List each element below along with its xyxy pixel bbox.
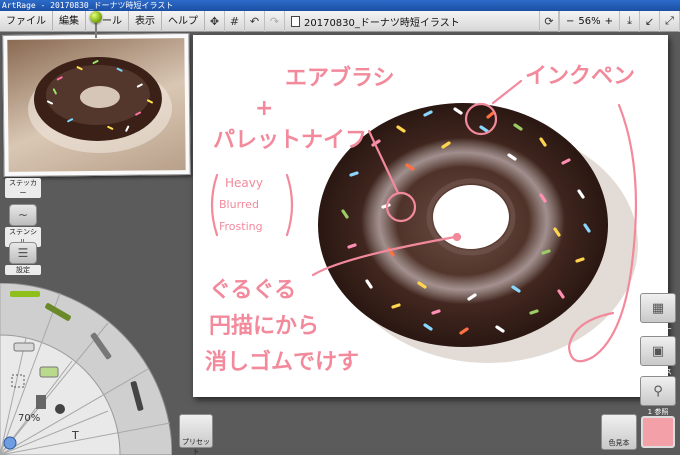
- sliders-icon: ☰: [9, 242, 37, 264]
- grid-icon[interactable]: #: [225, 10, 245, 32]
- stencil-icon: ~: [9, 204, 37, 226]
- note-line-3: 消しゴムでけす: [205, 349, 359, 375]
- undo-icon[interactable]: ↶: [245, 10, 265, 32]
- current-color-chip[interactable]: [641, 416, 675, 448]
- reference-panel-button[interactable]: ⚲ 1 参照: [640, 376, 676, 417]
- fill-bucket-icon[interactable]: [36, 395, 46, 409]
- tool-wheel[interactable]: T: [0, 283, 172, 455]
- document-title: 20170830_ドーナツ時短イラスト: [285, 14, 539, 29]
- stencils-tool[interactable]: ~ ステンシル: [5, 204, 41, 247]
- redo-icon[interactable]: ↷: [265, 10, 285, 32]
- color-picker-dot[interactable]: [3, 436, 17, 450]
- donut-photo-graphic: [28, 56, 173, 153]
- document-title-text: 20170830_ドーナツ時短イラスト: [304, 17, 460, 29]
- eyedropper-icon[interactable]: [55, 404, 65, 414]
- reference-pin-icon: ⚲: [640, 376, 676, 406]
- main-toolbar: ファイル 編集 ツール 表示 ヘルプ ✥ # ↶ ↷ 20170830_ドーナツ…: [0, 10, 680, 32]
- text-tool-icon[interactable]: T: [71, 429, 79, 442]
- menu-help[interactable]: ヘルプ: [162, 10, 205, 32]
- stickers-label: ステッカー: [5, 178, 41, 198]
- menu-file[interactable]: ファイル: [0, 10, 53, 32]
- heavy-note: Heavy: [225, 176, 263, 190]
- layers-icon: ▦: [640, 293, 676, 323]
- move-icon[interactable]: ✥: [205, 10, 225, 32]
- zoom-control: − 56% +: [558, 10, 620, 32]
- reference-text: 参照: [654, 408, 669, 416]
- reference-photo: [7, 38, 186, 172]
- layers-label: レイヤー: [644, 325, 672, 333]
- presets-label: プリセット: [182, 438, 210, 455]
- settings-tool[interactable]: ☰ 設定: [5, 242, 41, 275]
- blurred-note: Blurred: [219, 198, 259, 211]
- color-swatches-button[interactable]: 色見本: [601, 414, 637, 450]
- zoom-in-button[interactable]: +: [605, 16, 613, 27]
- tracing-icon: ▣: [640, 336, 676, 366]
- note-line-2: 円描にから: [209, 314, 319, 339]
- window-title-bar: ArtRage - 20170830_ドーナツ時短イラスト: [0, 0, 680, 11]
- layers-panel-button[interactable]: ▦ レイヤー: [640, 293, 676, 334]
- minimize-icon[interactable]: ↙: [640, 10, 660, 32]
- menu-edit[interactable]: 編集: [53, 10, 86, 32]
- zoom-out-button[interactable]: −: [566, 16, 574, 27]
- stickers-tool[interactable]: ステッカー: [5, 178, 41, 198]
- painting-canvas[interactable]: エアブラシ + パレットナイフ Heavy Blurred Frosting イ…: [193, 35, 668, 397]
- note-line-1: ぐるぐる: [209, 278, 296, 303]
- plus-note: +: [255, 96, 273, 121]
- brush-tool-icon[interactable]: [10, 291, 40, 297]
- pin-needle: [95, 22, 97, 38]
- download-icon[interactable]: ⤓: [620, 10, 640, 32]
- reference-image-panel[interactable]: [2, 33, 191, 177]
- rotate-canvas-icon[interactable]: ⟳: [538, 10, 559, 32]
- paint-roller-icon[interactable]: [39, 366, 59, 378]
- tracing-panel-button[interactable]: ▣ トレース: [640, 336, 676, 377]
- pin-icon[interactable]: [90, 11, 102, 23]
- presets-button[interactable]: プリセット: [179, 414, 213, 455]
- donut-illustration: エアブラシ + パレットナイフ Heavy Blurred Frosting イ…: [205, 64, 638, 375]
- window-title: ArtRage - 20170830_ドーナツ時短イラスト: [2, 1, 174, 10]
- reference-count: 1: [647, 408, 653, 416]
- menu-view[interactable]: 表示: [129, 10, 162, 32]
- fullscreen-icon[interactable]: ⤢: [660, 10, 680, 32]
- airbrush-note: エアブラシ: [285, 65, 395, 91]
- zoom-level: 56%: [578, 15, 601, 27]
- swatches-label: 色見本: [608, 439, 630, 447]
- frosting-note: Frosting: [219, 220, 263, 233]
- settings-label: 設定: [5, 265, 41, 275]
- document-icon: [291, 15, 300, 27]
- ink-pen-note: インクペン: [525, 64, 635, 89]
- palette-knife-note: パレットナイフ: [213, 128, 367, 153]
- palette-knife-icon[interactable]: [13, 342, 35, 352]
- brush-size-readout: 70%: [18, 413, 41, 424]
